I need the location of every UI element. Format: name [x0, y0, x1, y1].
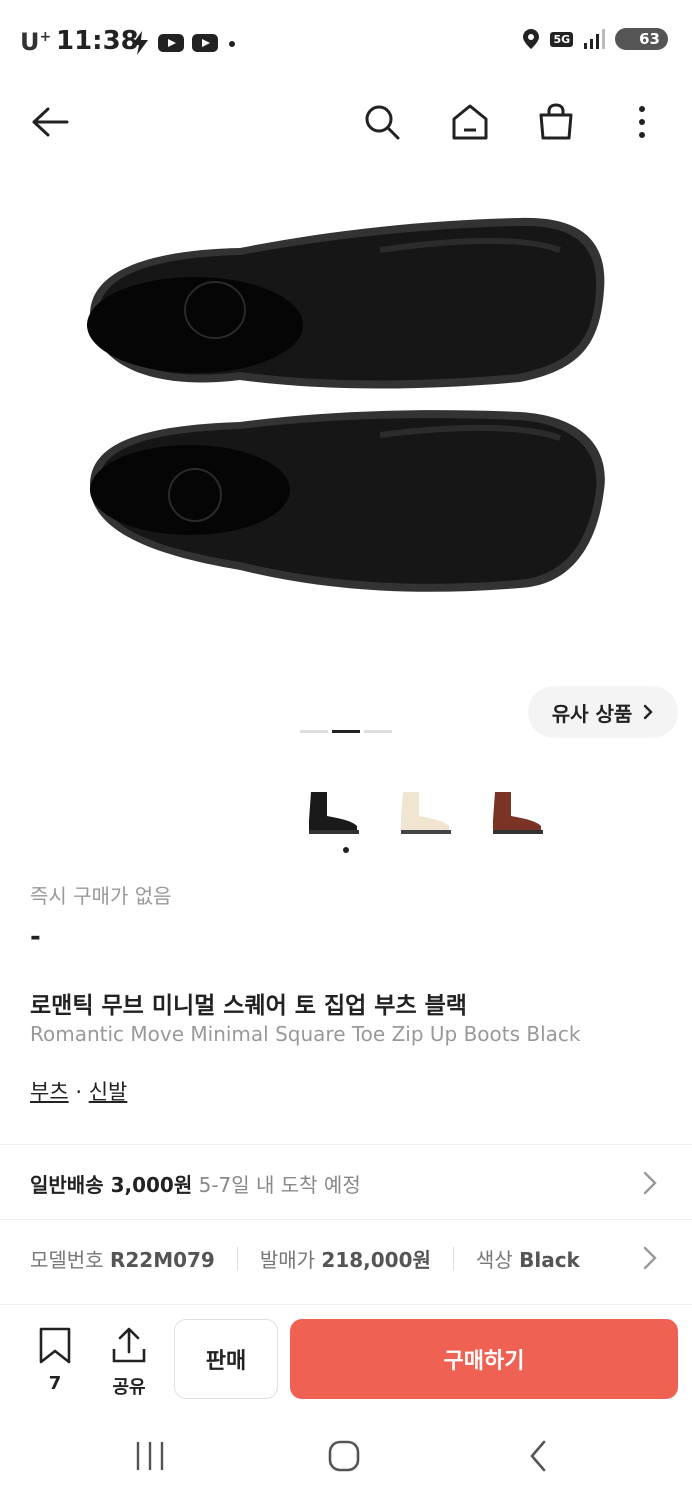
instant-price-value: - — [30, 922, 41, 952]
status-bar: U+ 11:38 5G 63 — [0, 0, 692, 84]
back-nav-icon[interactable] — [524, 1438, 552, 1474]
carousel-dot-active — [332, 730, 360, 733]
chevron-right-icon — [643, 1246, 657, 1270]
breadcrumb: 부츠 · 신발 — [30, 1076, 127, 1106]
release-price: 발매가 218,000원 — [259, 1248, 431, 1272]
search-button[interactable] — [362, 102, 402, 142]
bookmark-icon — [39, 1327, 71, 1364]
bottom-action-bar: 7 공유 판매 구매하기 — [0, 1304, 692, 1414]
product-details-row[interactable]: 모델번호 R22M079 발매가 218,000원 색상 Black — [0, 1219, 692, 1295]
share-label: 공유 — [112, 1377, 146, 1398]
divider — [236, 1246, 238, 1271]
back-button[interactable] — [30, 102, 70, 142]
similar-products-label: 유사 상품 — [551, 701, 633, 726]
instant-price-label: 즉시 구매가 없음 — [30, 884, 172, 908]
charging-bolt-icon — [132, 31, 148, 55]
home-button[interactable] — [450, 102, 490, 142]
thumbnail-black-boot[interactable] — [300, 770, 366, 836]
product-title-korean: 로맨틱 무브 미니멀 스퀘어 토 집업 부츠 블랙 — [30, 993, 467, 1019]
share-button[interactable]: 공유 — [104, 1327, 154, 1399]
system-navigation-bar — [0, 1414, 692, 1500]
top-nav — [0, 84, 692, 160]
color-info: 색상 Black — [475, 1248, 580, 1272]
thumbnail-cream-boot[interactable] — [392, 770, 458, 836]
black-boot-icon — [309, 792, 359, 834]
shopping-bag-icon — [539, 103, 573, 140]
youtube-icon — [158, 34, 184, 52]
similar-products-button[interactable]: 유사 상품 — [528, 686, 678, 738]
battery-icon: 63 — [615, 28, 668, 50]
category-separator: · — [75, 1080, 83, 1104]
bookmark-count: 7 — [48, 1373, 62, 1394]
recent-apps-icon[interactable] — [134, 1438, 166, 1474]
more-notifications-dot-icon — [229, 41, 235, 47]
thumbnail-brown-boot[interactable] — [484, 770, 550, 836]
more-button[interactable] — [622, 102, 662, 142]
shipping-eta: 5-7일 내 도착 예정 — [198, 1173, 361, 1197]
brown-boot-icon — [493, 792, 543, 834]
boot-bottom — [90, 410, 605, 592]
buy-button[interactable]: 구매하기 — [290, 1319, 678, 1399]
cream-boot-icon — [401, 792, 451, 834]
share-icon — [112, 1327, 146, 1363]
category-link-boots[interactable]: 부츠 — [30, 1080, 69, 1104]
sell-button[interactable]: 판매 — [174, 1319, 278, 1399]
model-number: 모델번호 R22M079 — [30, 1248, 215, 1272]
carrier-label: U+ — [20, 28, 52, 56]
shipping-label: 일반배송 3,000원 — [30, 1173, 193, 1197]
product-boots-image — [87, 217, 605, 592]
product-details: 모델번호 R22M079 발매가 218,000원 색상 Black — [30, 1244, 580, 1273]
boot-top — [87, 217, 605, 389]
chevron-right-icon — [644, 704, 653, 720]
notification-icons — [130, 30, 238, 56]
shipping-info: 일반배송 3,000원 5-7일 내 도착 예정 — [30, 1169, 361, 1198]
search-icon — [365, 105, 400, 140]
divider — [452, 1246, 454, 1271]
home-icon — [452, 104, 488, 140]
carousel-dot — [300, 730, 328, 733]
bookmark-button[interactable]: 7 — [30, 1327, 80, 1394]
back-arrow-icon — [32, 107, 69, 137]
carousel-dot — [364, 730, 392, 733]
carousel-indicator — [300, 730, 392, 733]
youtube-icon — [192, 34, 218, 52]
category-link-shoes[interactable]: 신발 — [89, 1080, 128, 1104]
cart-button[interactable] — [536, 102, 576, 142]
network-5g-icon: 5G — [550, 31, 574, 47]
signal-icon — [584, 29, 606, 49]
product-image-carousel[interactable] — [0, 160, 692, 680]
system-status-icons: 5G 63 — [522, 28, 668, 50]
product-title-english: Romantic Move Minimal Square Toe Zip Up … — [30, 1022, 581, 1046]
status-time: 11:38 — [56, 26, 139, 56]
home-nav-icon[interactable] — [326, 1438, 362, 1474]
color-variant-thumbnails — [300, 770, 550, 836]
more-vertical-icon — [639, 106, 645, 138]
selected-thumbnail-dot — [343, 847, 349, 853]
shipping-row[interactable]: 일반배송 3,000원 5-7일 내 도착 예정 — [0, 1144, 692, 1220]
location-icon — [523, 29, 540, 49]
chevron-right-icon — [643, 1171, 657, 1195]
